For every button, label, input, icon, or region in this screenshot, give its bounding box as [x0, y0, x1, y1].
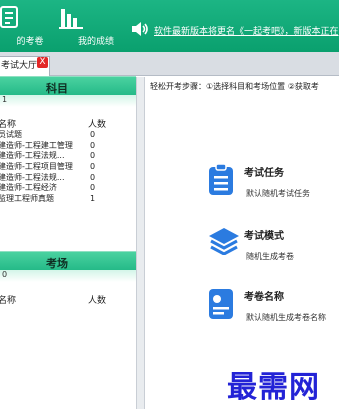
- exam-setup-area: 轻松开考步骤：①选择科目和考场位置 ②获取考 考试任务 默认随机考试任务 考试模…: [146, 77, 339, 409]
- subject-name: 监理工程师真题: [0, 194, 54, 204]
- panel-splitter[interactable]: [136, 77, 145, 409]
- my-scores-label: 我的成绩: [77, 37, 114, 47]
- subject-count: 0: [90, 151, 96, 161]
- list-item[interactable]: 员试题 0: [0, 130, 136, 141]
- announcement-link[interactable]: 软件最新版本将更名《一起考吧》，新版本正在: [154, 24, 339, 37]
- subject-name: 建造师-工程项目管理: [0, 162, 73, 172]
- exam-paper-icon: [0, 5, 21, 32]
- venues-title: 考场: [46, 257, 68, 270]
- list-item[interactable]: 监理工程师真题 1: [0, 194, 136, 205]
- clipboard-list-icon: [208, 163, 234, 199]
- subjects-count-bar: 1: [0, 95, 136, 107]
- subject-name: 建造师-工程法规...: [0, 151, 65, 161]
- subjects-list: 员试题 0 建造师-工程建工管理 0 建造师-工程法规... 0 建造师-工程项目管理…: [0, 130, 136, 205]
- subject-count: 0: [90, 183, 96, 193]
- exam-mode-desc: 随机生成考卷: [246, 252, 294, 261]
- paper-name-title: 考卷名称: [244, 292, 284, 303]
- subject-name: 建造师-工程法规...: [0, 172, 65, 182]
- subject-name: 建造师-工程经济: [0, 183, 57, 193]
- subject-count: 0: [90, 162, 96, 172]
- my-exams-label: 的考卷: [16, 37, 44, 47]
- subjects-column-header: 名称 人数: [0, 117, 136, 131]
- id-card-icon: [208, 288, 234, 323]
- subjects-title: 科目: [46, 82, 68, 95]
- subject-count: 0: [90, 130, 96, 139]
- paper-name-desc: 默认随机生成考卷名称: [246, 313, 326, 322]
- exam-mode-title: 考试模式: [244, 231, 284, 242]
- layers-icon: [208, 227, 240, 258]
- speaker-icon: [131, 21, 149, 40]
- tab-strip: 考试大厅 X: [0, 52, 339, 76]
- list-item[interactable]: 建造师-工程项目管理 0: [0, 162, 136, 173]
- bar-chart-icon: [59, 5, 85, 32]
- column-count: 人数: [88, 120, 107, 130]
- venues-count-bar: 0: [0, 270, 136, 282]
- subject-name: 员试题: [0, 130, 22, 139]
- exam-task-desc: 默认随机考试任务: [246, 189, 310, 198]
- subject-count: 0: [90, 140, 96, 150]
- watermark-logo: 最需网: [227, 370, 320, 405]
- subject-name: 建造师-工程建工管理: [0, 140, 73, 150]
- my-scores-button[interactable]: 我的成绩: [48, 0, 114, 52]
- close-tab-icon[interactable]: X: [37, 57, 48, 68]
- subject-count: 1: [90, 194, 96, 204]
- list-item[interactable]: 建造师-工程法规... 0: [0, 151, 136, 162]
- start-steps-text: 轻松开考步骤：①选择科目和考场位置 ②获取考: [150, 82, 319, 91]
- exam-task-title: 考试任务: [244, 168, 284, 179]
- list-item[interactable]: 建造师-工程法规... 0: [0, 173, 136, 184]
- venues-count: 0: [2, 270, 8, 279]
- my-exams-button[interactable]: 的考卷: [0, 0, 44, 52]
- subject-count: 0: [90, 172, 96, 182]
- column-count: 人数: [88, 296, 107, 306]
- top-toolbar: 的考卷 我的成绩 软件最新版本将更名《一起考吧》，新版本正在: [0, 0, 339, 52]
- venues-column-header: 名称 人数: [0, 293, 136, 307]
- tab-exam-hall-label: 考试大厅: [1, 61, 38, 71]
- column-name: 名称: [0, 120, 17, 130]
- subjects-count: 1: [2, 95, 8, 104]
- list-item[interactable]: 建造师-工程建工管理 0: [0, 141, 136, 152]
- column-name: 名称: [0, 296, 17, 306]
- list-item[interactable]: 建造师-工程经济 0: [0, 183, 136, 194]
